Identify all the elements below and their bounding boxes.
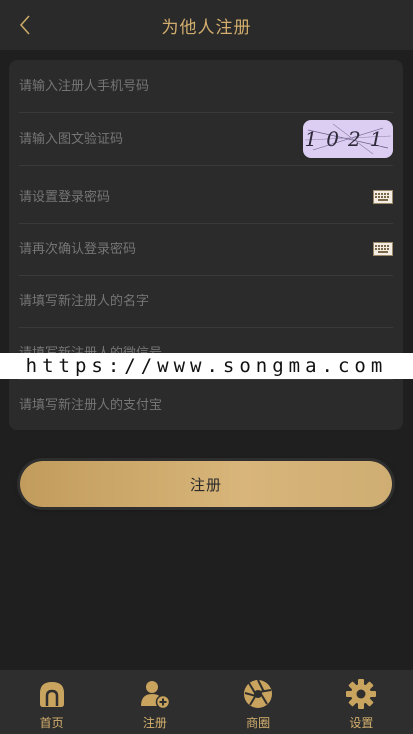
password-input[interactable] [19, 189, 279, 205]
alipay-row [19, 379, 393, 431]
watermark-text: https://www.songma.com [25, 355, 388, 377]
captcha-text: 1021 [304, 127, 392, 151]
back-button[interactable] [10, 10, 40, 40]
header-bar: 为他人注册 [0, 0, 413, 50]
name-input[interactable] [19, 293, 279, 309]
password-row [19, 171, 393, 224]
watermark-banner: https://www.songma.com [0, 353, 413, 379]
captcha-image[interactable]: 1021 [303, 120, 393, 158]
alipay-input[interactable] [19, 397, 279, 413]
confirm-password-input[interactable] [19, 241, 279, 257]
home-icon [39, 682, 64, 707]
gear-icon [346, 679, 377, 709]
keyboard-icon[interactable] [373, 190, 393, 204]
tab-settings[interactable]: 设置 [310, 670, 413, 734]
page-title: 为他人注册 [161, 17, 252, 38]
captcha-input[interactable] [19, 131, 279, 147]
bottom-tab-bar: 首页 注册 商圈 设置 [0, 670, 413, 734]
phone-input[interactable] [19, 78, 279, 94]
tab-settings-label: 设置 [349, 716, 374, 730]
name-row [19, 275, 393, 328]
add-user-icon [140, 681, 171, 710]
keyboard-icon[interactable] [373, 242, 393, 256]
chevron-left-icon [19, 15, 30, 35]
tab-business-circle[interactable]: 商圈 [207, 670, 310, 734]
aperture-icon [244, 679, 273, 708]
tab-register[interactable]: 注册 [103, 670, 206, 734]
phone-row [19, 60, 393, 113]
tab-business-circle-label: 商圈 [246, 716, 271, 730]
register-button[interactable]: 注册 [20, 461, 392, 507]
confirm-password-row [19, 223, 393, 276]
tab-home[interactable]: 首页 [0, 670, 103, 734]
tab-home-label: 首页 [39, 716, 64, 730]
captcha-row: 1021 [19, 113, 393, 166]
tab-register-label: 注册 [142, 716, 167, 730]
